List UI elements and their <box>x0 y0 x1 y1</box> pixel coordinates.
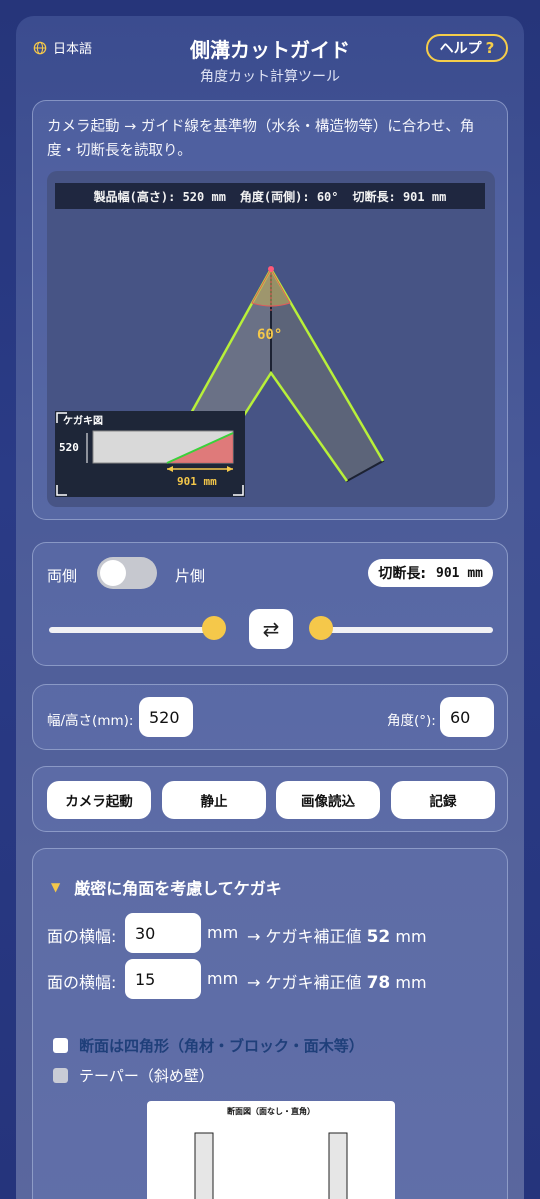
load-image-button[interactable]: 画像読込 <box>276 781 380 819</box>
right-slider-track[interactable] <box>315 627 493 633</box>
apex-point <box>268 266 274 272</box>
precise-card: ▼ 厳密に角面を考慮してケガキ 面の横幅: 30 mm → ケガキ補正値 52 … <box>32 848 508 1199</box>
overlay-width: 製品幅(高さ): 520 mm <box>93 189 226 204</box>
chamfer-input-1[interactable]: 30 <box>125 913 201 953</box>
overlay-angle: 角度(両側): 60° <box>239 189 339 204</box>
result-unit-2: mm <box>395 973 427 992</box>
marking-length: 901 mm <box>177 475 217 488</box>
width-input[interactable]: 520 <box>139 697 193 737</box>
section-right-fill <box>328 1132 348 1199</box>
result-value-2: 78 <box>366 973 391 993</box>
result-unit-1: mm <box>395 927 427 946</box>
chamfer-unit-1: mm <box>207 923 239 942</box>
chamfer-unit-2: mm <box>207 969 239 988</box>
swap-icon: ⇄ <box>262 617 280 641</box>
triangle-down-icon: ▼ <box>51 880 61 894</box>
precise-heading: 厳密に角面を考慮してケガキ <box>74 879 282 898</box>
page-subtitle: 角度カット計算ツール <box>200 69 340 85</box>
angle-label: 角度(°): <box>387 713 436 729</box>
taper-checkbox[interactable] <box>53 1068 68 1083</box>
camera-card: カメラ起動 → ガイド線を基準物（水糸・構造物等）に合わせ、角度・切断長を読取り… <box>32 100 508 520</box>
camera-start-button[interactable]: カメラ起動 <box>47 781 151 819</box>
chamfer-label-1: 面の横幅: <box>47 927 117 946</box>
record-button[interactable]: 記録 <box>391 781 495 819</box>
single-side-label: 片側 <box>175 567 206 585</box>
taper-label: テーパー（斜め壁） <box>79 1067 214 1085</box>
help-label: ヘルプ <box>439 41 482 57</box>
left-slider-thumb[interactable] <box>202 616 227 640</box>
cut-length-label: 切断長: <box>378 566 427 582</box>
help-button[interactable]: ヘルプ ? <box>426 34 508 62</box>
result-prefix-2: → ケガキ補正値 <box>247 973 362 992</box>
chamfer-result-1: → ケガキ補正値 52 mm <box>247 923 427 947</box>
left-slider-track[interactable] <box>49 627 225 633</box>
side-toggle[interactable] <box>97 557 157 589</box>
actions-card: カメラ起動 静止 画像読込 記録 <box>32 766 508 832</box>
marking-height: 520 <box>59 441 79 454</box>
chamfer-label-2: 面の横幅: <box>47 973 117 992</box>
instruction-text: カメラ起動 → ガイド線を基準物（水糸・構造物等）に合わせ、角度・切断長を読取り… <box>47 119 475 159</box>
angle-input[interactable]: 60 <box>440 697 494 737</box>
inputs-card: 幅/高さ(mm): 520 角度(°): 60 <box>32 684 508 750</box>
app-panel: 日本語 側溝カットガイド 角度カット計算ツール ヘルプ ? カメラ起動 → ガイ… <box>16 16 524 1199</box>
section-diagram: 断面図（面なし・直角） <box>147 1101 395 1199</box>
overlay-cut: 切断長: 901 mm <box>352 189 447 204</box>
square-section-label: 断面は四角形（角材・ブロック・面木等） <box>79 1037 364 1055</box>
cut-length-display: 切断長: 901 mm <box>368 559 493 587</box>
result-prefix-1: → ケガキ補正値 <box>247 927 362 946</box>
right-slider-thumb[interactable] <box>309 616 333 640</box>
freeze-button[interactable]: 静止 <box>162 781 266 819</box>
cut-length-value: 901 mm <box>436 565 483 581</box>
question-icon: ? <box>485 39 495 57</box>
width-label: 幅/高さ(mm): <box>47 713 134 729</box>
precise-toggle[interactable]: ▼ 厳密に角面を考慮してケガキ <box>51 875 282 899</box>
toggle-knob <box>100 560 126 586</box>
square-section-checkbox[interactable] <box>53 1038 68 1053</box>
angle-label: 60° <box>257 327 282 343</box>
swap-button[interactable]: ⇄ <box>249 609 293 649</box>
section-drawing <box>194 1132 348 1199</box>
guide-diagram: 60° ケガキ図 520 901 mm <box>55 265 385 497</box>
chamfer-result-2: → ケガキ補正値 78 mm <box>247 969 427 993</box>
marking-title: ケガキ図 <box>63 414 103 427</box>
camera-viewer[interactable]: 60° ケガキ図 520 901 mm 製品幅(高さ): 520 mm 角度(両… <box>47 171 495 507</box>
result-value-1: 52 <box>366 927 391 947</box>
mode-card: 両側 片側 切断長: 901 mm ⇄ <box>32 542 508 666</box>
section-left-fill <box>194 1132 214 1199</box>
both-sides-label: 両側 <box>47 567 78 585</box>
chamfer-input-2[interactable]: 15 <box>125 959 201 999</box>
measurement-overlay: 製品幅(高さ): 520 mm 角度(両側): 60° 切断長: 901 mm <box>55 183 485 209</box>
